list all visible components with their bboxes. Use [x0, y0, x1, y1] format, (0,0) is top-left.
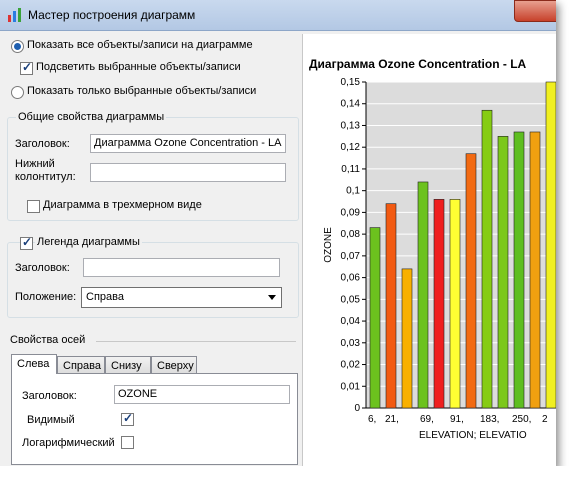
bar [529, 131, 541, 409]
axes-section-title: Свойства осей [10, 334, 86, 346]
y-tick-label: 0,12 [341, 142, 361, 153]
bar-chart: 0 0,01 0,02 0,03 0,04 0,05 0,06 0,07 0,08 0,09 0,1… [309, 57, 556, 441]
bar [385, 203, 397, 409]
bar [481, 109, 493, 409]
y-tick-label: 0,14 [341, 99, 361, 110]
highlight-selected-checkbox[interactable] [20, 60, 33, 75]
window-title: Мастер построения диаграмм [28, 8, 196, 22]
y-tick-label: 0,01 [341, 381, 361, 392]
bar [513, 131, 525, 409]
chart-app-icon [8, 8, 21, 22]
title-bar[interactable]: Мастер построения диаграмм [0, 0, 556, 31]
show-all-label: Показать все объекты/записи на диаграмме [27, 39, 253, 51]
chart-title-input[interactable]: Диаграмма Ozone Concentration - LA [90, 134, 286, 153]
show-selected-only-radio[interactable] [11, 86, 24, 99]
legend-position-label: Положение: [15, 291, 77, 303]
bar [449, 199, 461, 409]
bar [401, 268, 413, 409]
tab-top-label: Сверху [157, 360, 194, 372]
general-properties-title: Общие свойства диаграммы [16, 111, 167, 123]
legend-group-title: Легенда диаграммы [35, 236, 142, 248]
y-tick-label: 0,06 [341, 273, 361, 284]
y-tick-label: 0,07 [341, 251, 361, 262]
bar [545, 81, 556, 409]
bar [465, 153, 477, 409]
bar [417, 181, 429, 409]
y-tick-label: 0,1 [346, 186, 360, 197]
axis-visible-checkbox[interactable] [121, 411, 134, 426]
bar [433, 199, 445, 409]
chevron-down-icon [268, 295, 276, 300]
legend-title-label: Заголовок: [15, 262, 70, 274]
x-tick-label: 183, [480, 414, 499, 425]
tab-right-label: Справа [63, 360, 101, 372]
x-tick-label: 21, [385, 414, 399, 425]
tab-bottom-label: Снизу [111, 360, 142, 372]
tab-bottom[interactable]: Снизу [105, 356, 151, 374]
x-tick-label: 6, [368, 414, 376, 425]
show-all-radio[interactable] [11, 40, 24, 53]
y-tick-label: 0 [354, 403, 360, 414]
footer-input[interactable] [90, 163, 286, 182]
chart-title: Диаграмма Ozone Concentration - LA [309, 57, 527, 71]
axes-section-divider [96, 341, 296, 342]
x-tick-label: 250, [512, 414, 531, 425]
y-tick-label: 0,04 [341, 316, 361, 327]
y-tick-label: 0,02 [341, 360, 361, 371]
legend-position-select[interactable]: Справа [81, 287, 282, 308]
bar [369, 227, 381, 409]
y-tick-label: 0,05 [341, 294, 361, 305]
footer-label-line2: колонтитул: [15, 171, 76, 183]
x-tick-label: 2 [542, 414, 548, 425]
legend-title-input[interactable] [83, 258, 280, 277]
legend-checkbox[interactable] [20, 235, 33, 250]
torn-edge [0, 466, 570, 494]
tab-right[interactable]: Справа [57, 356, 105, 374]
bar [497, 136, 509, 409]
y-tick-label: 0,15 [341, 77, 361, 88]
show-selected-only-label: Показать только выбранные объекты/записи [27, 85, 257, 97]
tab-left-label: Слева [17, 358, 50, 370]
chart-preview: 0 0,01 0,02 0,03 0,04 0,05 0,06 0,07 0,08 0,09 0,1… [302, 34, 556, 468]
legend-position-value: Справа [86, 291, 124, 303]
x-tick-label: 91, [450, 414, 464, 425]
tab-left[interactable]: Слева [11, 354, 57, 374]
highlight-selected-label: Подсветить выбранные объекты/записи [36, 61, 241, 73]
footer-label-line1: Нижний [15, 158, 55, 170]
axis-visible-label: Видимый [27, 414, 75, 426]
x-axis-label: ELEVATION; ELEVATIO [419, 430, 527, 441]
axis-title-input[interactable]: OZONE [114, 385, 290, 404]
y-tick-label: 0,11 [341, 164, 360, 175]
y-tick-label: 0,09 [341, 207, 361, 218]
axis-log-checkbox[interactable] [121, 436, 134, 449]
chart-title-label: Заголовок: [15, 138, 70, 150]
y-tick-label: 0,13 [341, 120, 361, 131]
chart-wizard-window: Мастер построения диаграмм Показать все … [0, 0, 556, 468]
y-axis-label: OZONE [323, 227, 334, 263]
x-tick-label: 69, [420, 414, 434, 425]
axis-log-label: Логарифмический [22, 437, 115, 449]
close-button[interactable] [514, 0, 556, 22]
y-tick-label: 0,08 [341, 229, 361, 240]
y-tick-label: 0,03 [341, 338, 361, 349]
tab-top[interactable]: Сверху [151, 356, 197, 374]
axis-title-label: Заголовок: [22, 390, 77, 402]
three-d-label: Диаграмма в трехмерном виде [43, 199, 202, 211]
three-d-checkbox[interactable] [27, 200, 40, 213]
